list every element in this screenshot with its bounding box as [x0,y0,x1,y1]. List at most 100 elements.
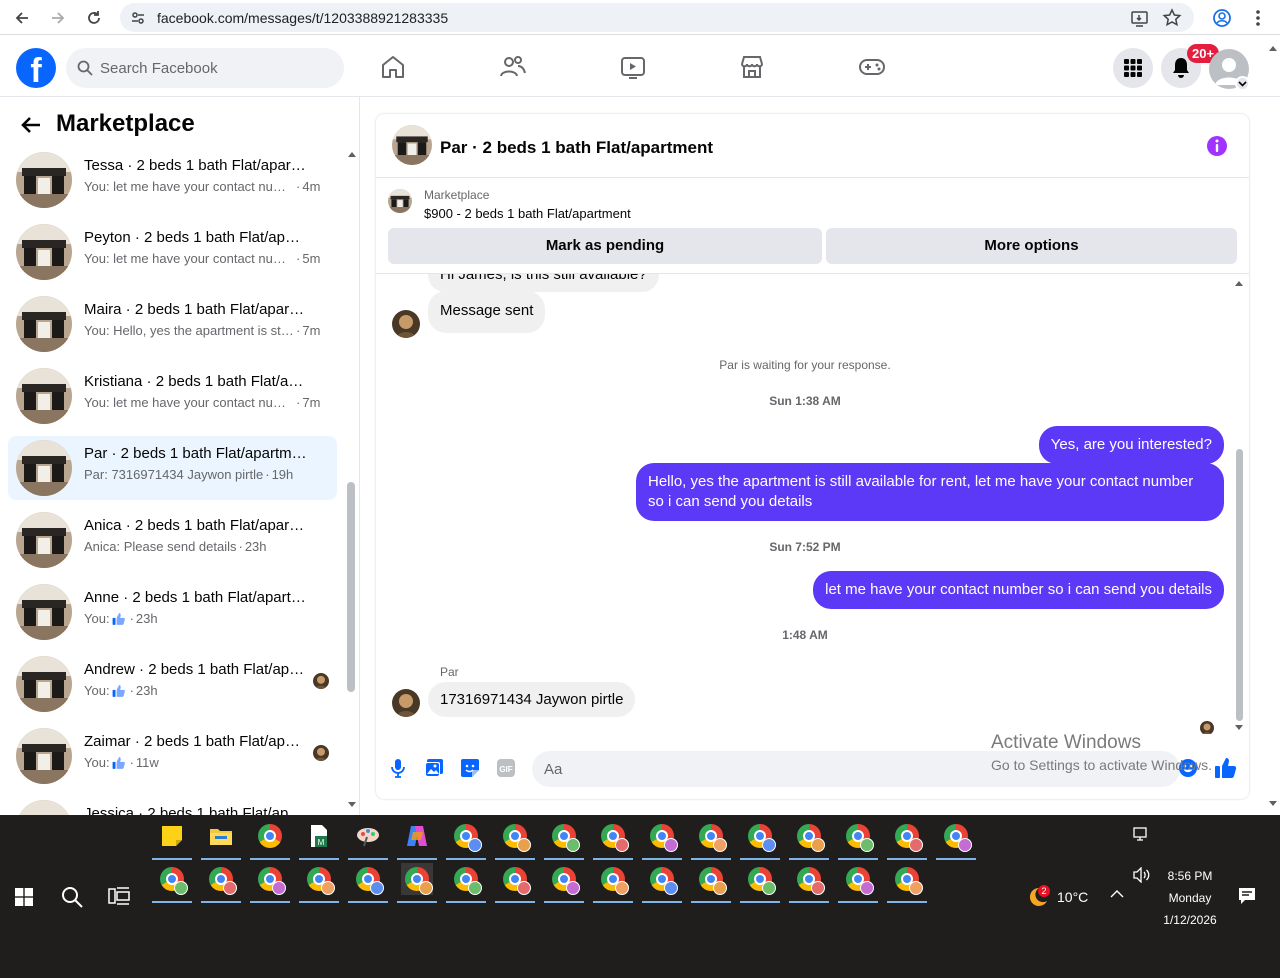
chrome-icon[interactable] [593,863,633,903]
page-scroll-down-icon[interactable] [1268,800,1278,808]
chrome-icon[interactable] [789,863,829,903]
chrome-icon[interactable] [250,820,290,860]
taskbar-search-icon[interactable] [60,885,84,909]
chrome-icon[interactable] [201,863,241,903]
file-explorer-icon[interactable] [201,820,241,860]
install-app-icon[interactable] [1130,8,1150,28]
conversation-item[interactable]: Tessa · 2 beds 1 bath Flat/apartment You:… [8,148,337,212]
chrome-icon[interactable] [299,863,339,903]
url-text[interactable]: facebook.com/messages/t/1203388921283335 [157,10,448,26]
conversation-item[interactable]: Anne · 2 beds 1 bath Flat/apartment You: ·… [8,580,337,644]
listing-thumbnail[interactable] [388,189,412,213]
chrome-icon[interactable] [544,820,584,860]
message-bubble-out[interactable]: Hello, yes the apartment is still availa… [636,463,1224,521]
message-bubble-in[interactable]: Message sent [428,291,546,333]
facebook-logo[interactable]: f [16,48,56,88]
chrome-icon[interactable] [887,820,927,860]
conversation-item[interactable]: Par · 2 beds 1 bath Flat/apartment Par: 7… [8,436,337,500]
chrome-icon[interactable] [544,863,584,903]
message-bubble-out[interactable]: Yes, are you interested? [1038,426,1224,464]
menu-grid-button[interactable] [1113,48,1153,88]
profile-icon[interactable] [1209,5,1235,31]
chrome-icon[interactable] [250,863,290,903]
sticker-icon[interactable] [460,758,480,778]
chrome-icon[interactable] [593,820,633,860]
site-settings-icon[interactable] [130,10,146,26]
action-center-icon[interactable] [1238,887,1256,905]
scroll-up-icon[interactable] [1234,279,1244,287]
photo-icon[interactable] [424,758,444,778]
friends-icon[interactable] [498,52,528,82]
conversation-item[interactable]: Andrew · 2 beds 1 bath Flat/apartment You… [8,652,337,716]
back-arrow-icon[interactable] [20,115,42,135]
volume-icon[interactable] [1133,867,1151,883]
chrome-icon[interactable] [642,820,682,860]
windows-start-icon[interactable] [15,888,33,906]
gaming-icon[interactable] [857,52,887,82]
listing-title[interactable]: $900 - 2 beds 1 bath Flat/apartment [424,206,631,221]
page-scroll-up-icon[interactable] [1268,44,1278,52]
sender-avatar[interactable] [392,310,420,338]
chrome-icon[interactable] [887,863,927,903]
chrome-icon[interactable] [936,820,976,860]
more-options-button[interactable]: More options [826,228,1237,264]
chrome-icon[interactable] [789,820,829,860]
message-bubble-out[interactable]: let me have your contact number so i can… [813,571,1224,609]
chrome-icon[interactable] [642,863,682,903]
info-icon[interactable] [1206,135,1228,157]
chrome-icon[interactable] [740,820,780,860]
scroll-down-icon[interactable] [347,801,357,809]
forward-icon[interactable] [45,5,71,31]
marketplace-icon[interactable] [737,52,767,82]
chat-scrollbar[interactable] [1236,449,1243,721]
conversation-item[interactable]: Peyton · 2 beds 1 bath Flat/apartment You… [8,220,337,284]
show-hidden-icons-icon[interactable] [1110,889,1124,899]
chrome-icon[interactable] [495,820,535,860]
chrome-icon[interactable] [838,820,878,860]
chat-title[interactable]: Par · 2 beds 1 bath Flat/apartment [440,138,713,158]
chrome-icon[interactable] [691,820,731,860]
microphone-icon[interactable] [390,758,406,778]
chrome-icon[interactable] [348,863,388,903]
address-bar[interactable]: facebook.com/messages/t/1203388921283335 [120,3,1194,32]
reload-icon[interactable] [81,5,107,31]
chrome-icon[interactable] [446,863,486,903]
home-icon[interactable] [378,52,408,82]
search-input[interactable] [100,48,330,88]
chrome-icon[interactable] [838,863,878,903]
search-box[interactable] [66,48,344,88]
emoji-icon[interactable] [1178,758,1198,778]
system-clock[interactable]: 8:56 PM Monday 1/12/2026 [1150,865,1230,931]
scroll-down-icon[interactable] [1234,724,1244,732]
conversation-item[interactable]: Zaimar · 2 beds 1 bath Flat/apartment You… [8,724,337,788]
paint-icon[interactable] [348,820,388,860]
message-bubble-in[interactable]: 17316971434 Jaywon pirtle [428,682,636,717]
browser-menu-icon[interactable] [1245,5,1271,31]
message-bubble-in[interactable]: Hi James, is this still available? [428,274,659,292]
account-chevron-icon[interactable] [1235,76,1250,91]
conversation-item[interactable]: Kristiana · 2 beds 1 bath Flat/apartment… [8,364,337,428]
back-icon[interactable] [9,5,35,31]
conversation-item[interactable]: Jessica · 2 beds 1 bath Flat/apartment [8,796,337,815]
bookmark-star-icon[interactable] [1162,8,1182,28]
chrome-icon[interactable] [495,863,535,903]
weather-temperature[interactable]: 10°C [1057,889,1088,905]
chrome-icon[interactable] [397,863,437,903]
sticky-notes-icon[interactable] [152,820,192,860]
chat-thumbnail[interactable] [392,125,432,165]
conversation-item[interactable]: Anica · 2 beds 1 bath Flat/apartment Anic… [8,508,337,572]
gif-icon[interactable]: GIF [496,758,516,778]
network-icon[interactable] [1133,827,1151,843]
conversation-item[interactable]: Maira · 2 beds 1 bath Flat/apartment You:… [8,292,337,356]
copilot-icon[interactable] [397,820,437,860]
message-input[interactable] [532,751,1180,787]
scroll-up-icon[interactable] [347,150,357,158]
document-app-icon[interactable]: M [299,820,339,860]
mark-as-pending-button[interactable]: Mark as pending [388,228,822,264]
chrome-icon[interactable] [740,863,780,903]
sender-avatar[interactable] [392,689,420,717]
thumbs-up-icon[interactable] [1214,756,1238,780]
video-icon[interactable] [618,52,648,82]
task-view-icon[interactable] [108,886,130,906]
chrome-icon[interactable] [691,863,731,903]
